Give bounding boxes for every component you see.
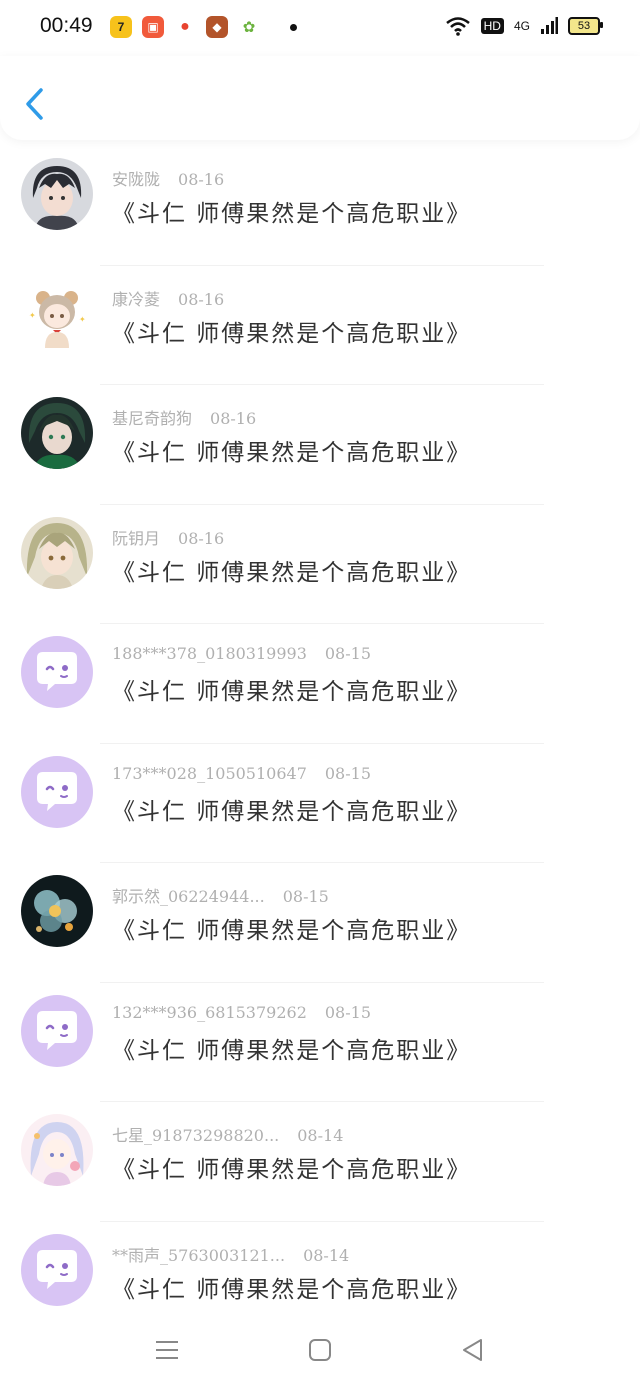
back-triangle-icon	[463, 1339, 482, 1361]
wifi-icon	[445, 17, 470, 36]
avatar[interactable]	[21, 516, 93, 589]
svg-text:✦: ✦	[29, 311, 36, 320]
avatar[interactable]	[21, 875, 93, 947]
comment-meta: 188***378_0180319993 08-15	[112, 644, 371, 663]
menu-icon	[156, 1341, 178, 1359]
shop-app-icon: ▣	[142, 16, 164, 38]
comment-date: 08-14	[303, 1245, 350, 1265]
anime-blonde-avatar-icon	[21, 516, 93, 589]
comment-date: 08-14	[297, 1126, 344, 1145]
comment-meta: 阮钥月 08-16	[112, 525, 224, 549]
glowing-flowers-avatar-icon	[21, 875, 93, 947]
comment-meta: 基尼奇韵狗 08-16	[112, 405, 256, 429]
comment-text: 《斗仁 师傅果然是个高危职业》	[112, 201, 472, 227]
list-item[interactable]: 173***028_1050510647 08-15 《斗仁 师傅果然是个高危职业…	[0, 744, 640, 863]
home-square-icon	[309, 1339, 331, 1361]
username: 阮钥月	[112, 528, 161, 548]
network-type: 4G	[513, 19, 530, 33]
list-item[interactable]: 188***378_0180319993 08-15 《斗仁 师傅果然是个高危职业…	[0, 624, 640, 744]
green-app-icon: ✿	[238, 16, 260, 38]
list-item[interactable]: 132***936_6815379262 08-15 《斗仁 师傅果然是个高危职业…	[0, 983, 640, 1102]
avatar[interactable]: ✦ ✦	[21, 277, 93, 350]
comment-text: 《斗仁 师傅果然是个高危职业》	[112, 1037, 472, 1064]
comment-list: 安陇陇 08-16 《斗仁 师傅果然是个高危职业》 ✦ ✦ 康冷菱 08-16 《斗…	[0, 146, 640, 1341]
chevron-left-icon	[26, 88, 43, 120]
username: 安陇陇	[112, 170, 161, 189]
default-chat-bubble-icon	[21, 994, 93, 1067]
hd-icon: HD	[480, 18, 504, 34]
comment-date: 08-16	[178, 170, 225, 189]
comment-date: 08-15	[324, 763, 371, 783]
comment-date: 08-16	[178, 528, 225, 548]
game-app-icon: ◆	[206, 16, 228, 38]
comment-meta: 郭示然_06224944... 08-15	[112, 883, 329, 907]
chibi-bear-avatar-icon: ✦ ✦	[21, 277, 93, 350]
comment-text: 《斗仁 师傅果然是个高危职业》	[112, 440, 472, 466]
comment-text: 《斗仁 师傅果然是个高危职业》	[112, 320, 472, 347]
status-bar: 00:49 7 ▣ ● ◆ ✿ HD 4G 53	[0, 0, 640, 56]
battery-icon: 53	[568, 17, 603, 35]
comment-meta: 安陇陇 08-16	[112, 166, 224, 190]
comment-date: 08-15	[324, 1002, 371, 1022]
avatar[interactable]	[21, 158, 93, 230]
comment-meta: 康冷菱 08-16	[112, 286, 224, 310]
list-item[interactable]: ✦ ✦ 康冷菱 08-16 《斗仁 师傅果然是个高危职业》	[0, 266, 640, 385]
list-item[interactable]: 郭示然_06224944... 08-15 《斗仁 师傅果然是个高危职业》	[0, 863, 640, 983]
comment-date: 08-16	[210, 409, 257, 428]
default-chat-bubble-icon	[21, 636, 93, 708]
system-icons: HD 4G 53	[445, 16, 603, 36]
username: 173***028_1050510647	[112, 763, 307, 783]
comment-date: 08-15	[324, 644, 371, 663]
avatar[interactable]	[21, 397, 93, 469]
anime-boy-avatar-icon	[21, 158, 93, 230]
username: 七星_91873298820...	[112, 1126, 280, 1145]
notification-icons: 7 ▣ ● ◆ ✿	[110, 16, 297, 38]
username: 基尼奇韵狗	[112, 409, 193, 428]
home-button[interactable]	[307, 1337, 333, 1367]
username: 188***378_0180319993	[112, 644, 307, 663]
status-time: 00:49	[40, 14, 93, 37]
username: 郭示然_06224944...	[112, 887, 265, 906]
list-item[interactable]: 基尼奇韵狗 08-16 《斗仁 师傅果然是个高危职业》	[0, 385, 640, 505]
svg-text:✦: ✦	[79, 315, 86, 324]
list-item[interactable]: 七星_91873298820... 08-14 《斗仁 师傅果然是个高危职业》	[0, 1102, 640, 1222]
avatar[interactable]	[21, 636, 93, 708]
comment-text: 《斗仁 师傅果然是个高危职业》	[112, 918, 472, 944]
avatar[interactable]	[21, 1114, 93, 1186]
avatar[interactable]	[21, 755, 93, 828]
anime-white-hair-avatar-icon	[21, 1114, 93, 1186]
comment-text: 《斗仁 师傅果然是个高危职业》	[112, 1157, 472, 1183]
orange-app-icon: ●	[174, 16, 196, 38]
more-notifications-dot	[290, 23, 297, 31]
comment-meta: 173***028_1050510647 08-15	[112, 764, 371, 783]
comment-date: 08-16	[178, 289, 225, 309]
comment-meta: **雨声_5763003121... 08-14	[112, 1242, 349, 1266]
default-chat-bubble-icon	[21, 755, 93, 828]
avatar[interactable]	[21, 1233, 93, 1306]
menu-button[interactable]	[154, 1337, 180, 1367]
username: 康冷菱	[112, 289, 161, 309]
battery-level: 53	[577, 20, 591, 32]
avatar[interactable]	[21, 994, 93, 1067]
list-item[interactable]: 阮钥月 08-16 《斗仁 师傅果然是个高危职业》	[0, 505, 640, 624]
default-chat-bubble-icon	[21, 1233, 93, 1306]
list-item[interactable]: 安陇陇 08-16 《斗仁 师傅果然是个高危职业》	[0, 146, 640, 266]
nav-back-button[interactable]	[460, 1337, 486, 1367]
anime-green-avatar-icon	[21, 397, 93, 469]
app-7-icon: 7	[110, 16, 132, 38]
signal-icon	[541, 17, 558, 34]
comment-text: 《斗仁 师傅果然是个高危职业》	[112, 559, 472, 586]
page-header	[0, 56, 640, 140]
system-navbar	[0, 1317, 640, 1387]
back-button[interactable]	[22, 86, 48, 122]
username: 132***936_6815379262	[112, 1002, 307, 1022]
comment-text: 《斗仁 师傅果然是个高危职业》	[112, 679, 472, 705]
username: **雨声_5763003121...	[112, 1245, 286, 1265]
comment-text: 《斗仁 师傅果然是个高危职业》	[112, 1276, 472, 1303]
comment-date: 08-15	[282, 887, 329, 906]
comment-text: 《斗仁 师傅果然是个高危职业》	[112, 798, 472, 825]
comment-meta: 七星_91873298820... 08-14	[112, 1122, 343, 1146]
comment-meta: 132***936_6815379262 08-15	[112, 1003, 371, 1022]
